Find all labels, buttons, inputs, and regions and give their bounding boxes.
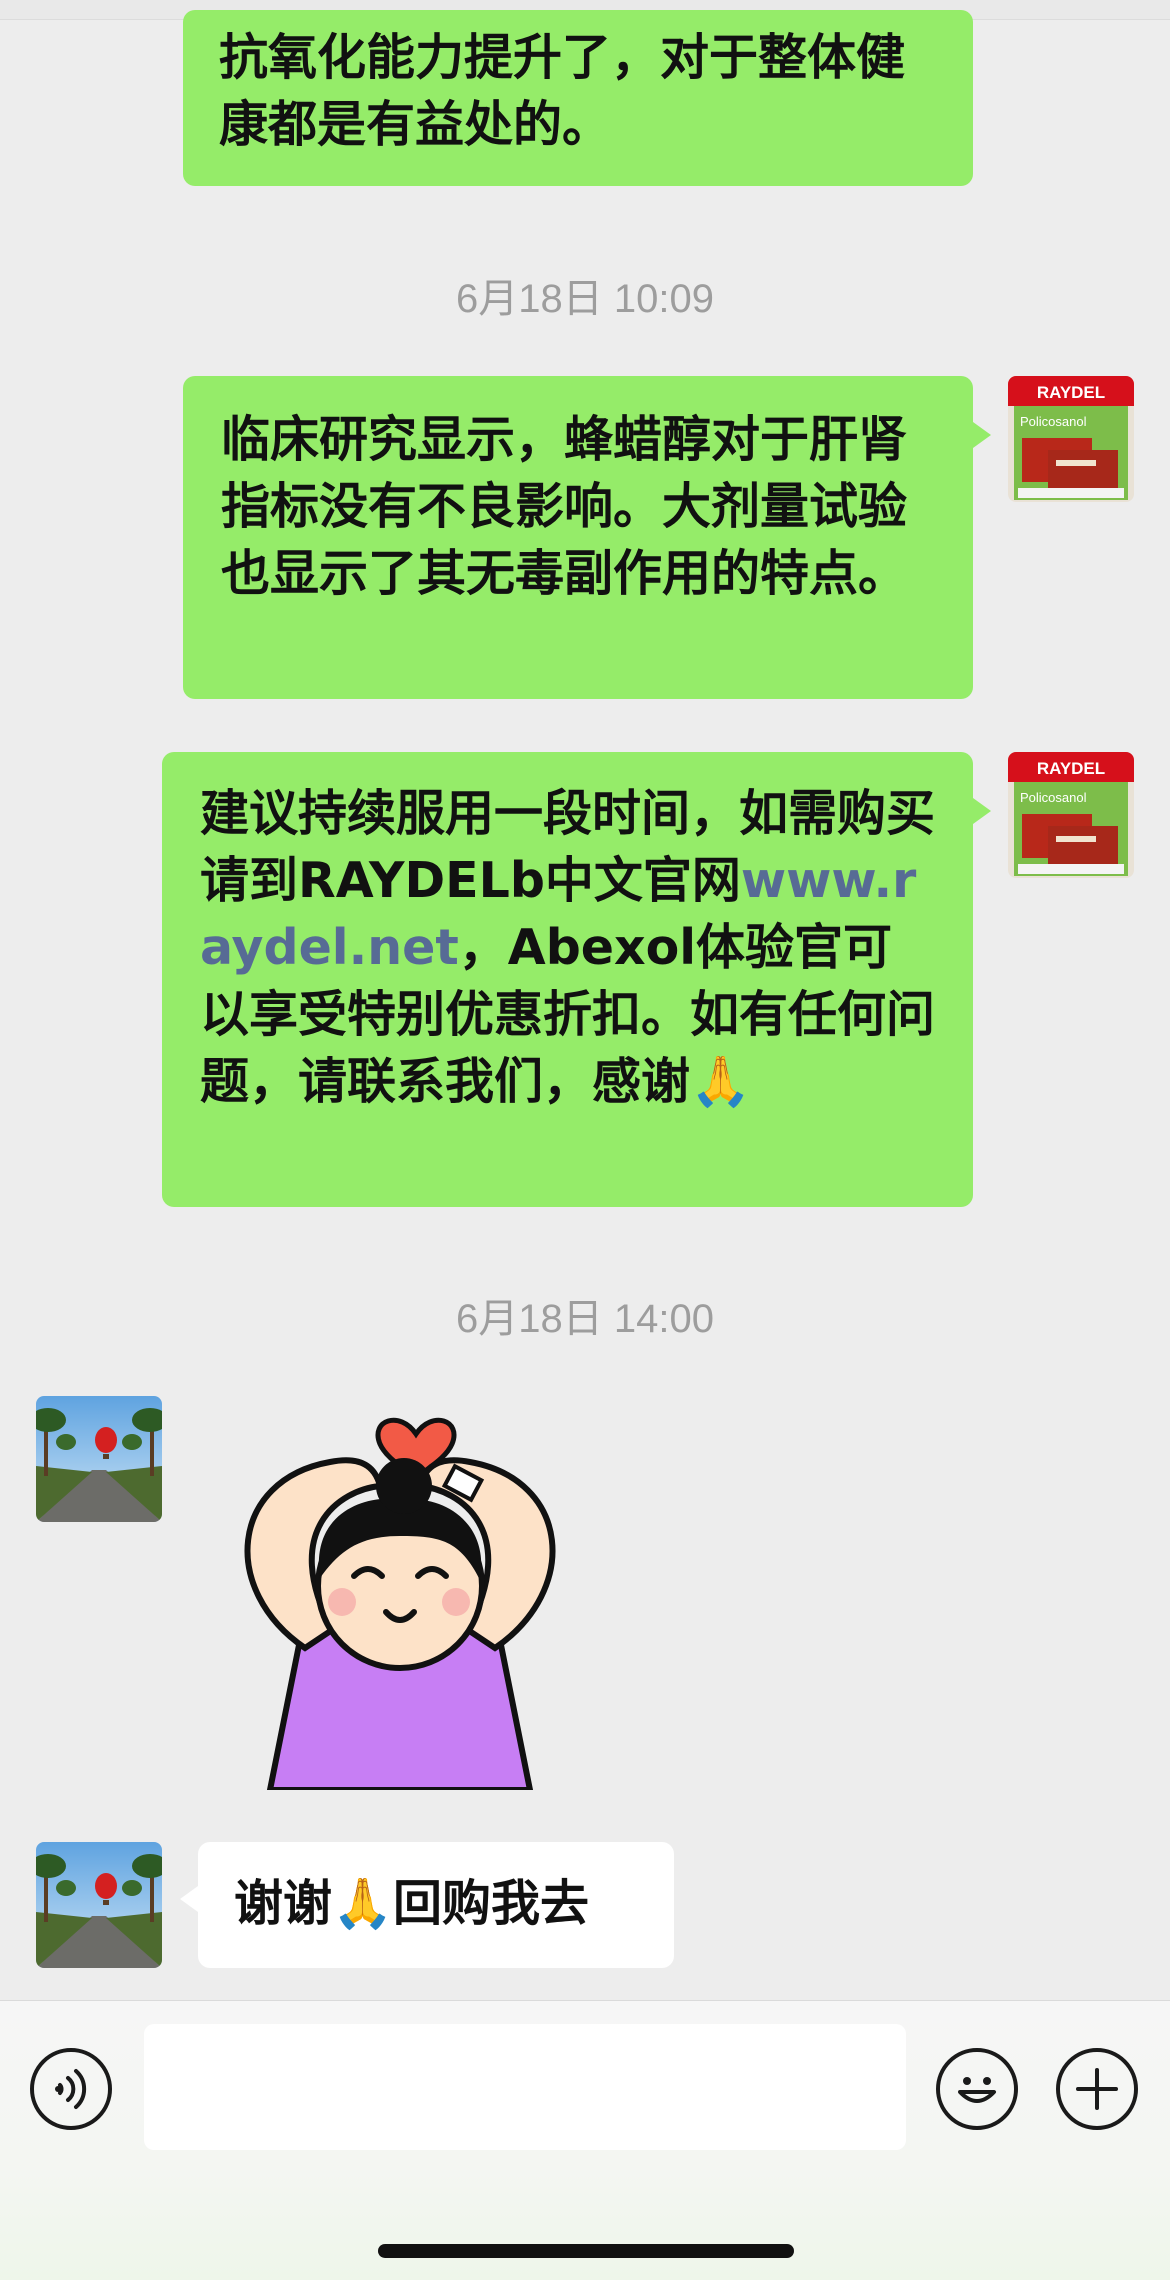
emoji-button[interactable] xyxy=(936,2048,1018,2130)
voice-icon xyxy=(55,2069,87,2109)
message-bubble-outgoing[interactable]: 临床研究显示，蜂蜡醇对于肝肾指标没有不良影响。大剂量试验也显示了其无毒副作用的特… xyxy=(183,376,991,699)
message-text: 临床研究显示，蜂蜡醇对于肝肾指标没有不良影响。大剂量试验也显示了其无毒副作用的特… xyxy=(221,411,908,602)
emoji-icon xyxy=(958,2077,996,2103)
timestamp: 6月18日 10:09 xyxy=(456,277,714,321)
svg-text:RAYDEL: RAYDEL xyxy=(1037,759,1105,778)
voice-button[interactable] xyxy=(30,2048,112,2130)
message-bubble-outgoing[interactable]: 抗氧化能力提升了，对于整体健康都是有益处的。 xyxy=(183,10,973,186)
hot-air-balloon-road-photo-icon xyxy=(36,1396,162,1522)
message-text: 抗氧化能力提升了，对于整体健康都是有益处的。 xyxy=(219,29,906,153)
receiver-avatar[interactable] xyxy=(36,1842,162,1968)
svg-text:Policosanol: Policosanol xyxy=(1020,414,1087,429)
svg-text:RAYDEL: RAYDEL xyxy=(1037,383,1105,402)
message-input[interactable] xyxy=(144,2024,906,2150)
message-bubble-incoming[interactable]: 谢谢🙏回购我去 xyxy=(180,1842,674,1968)
raydel-product-avatar-icon: RAYDEL Policosanol xyxy=(1008,752,1134,878)
message-text: 谢谢🙏回购我去 xyxy=(234,1875,590,1932)
plus-button[interactable] xyxy=(1056,2048,1138,2130)
svg-text:Policosanol: Policosanol xyxy=(1020,790,1087,805)
hot-air-balloon-road-photo-icon xyxy=(36,1842,162,1968)
raydel-product-avatar-icon: RAYDEL Policosanol xyxy=(1008,376,1134,502)
receiver-avatar[interactable] xyxy=(36,1396,162,1522)
plus-icon xyxy=(1076,2068,1118,2110)
home-indicator[interactable] xyxy=(378,2244,794,2258)
message-bubble-outgoing[interactable]: 建议持续服用一段时间，如需购买请到RAYDELb中文官网www.raydel.n… xyxy=(162,752,991,1207)
girl-heart-arms-sticker[interactable] xyxy=(200,1390,600,1793)
sender-avatar[interactable]: RAYDEL Policosanol xyxy=(1008,752,1134,878)
timestamp: 6月18日 14:00 xyxy=(456,1297,714,1341)
sender-avatar[interactable]: RAYDEL Policosanol xyxy=(1008,376,1134,502)
